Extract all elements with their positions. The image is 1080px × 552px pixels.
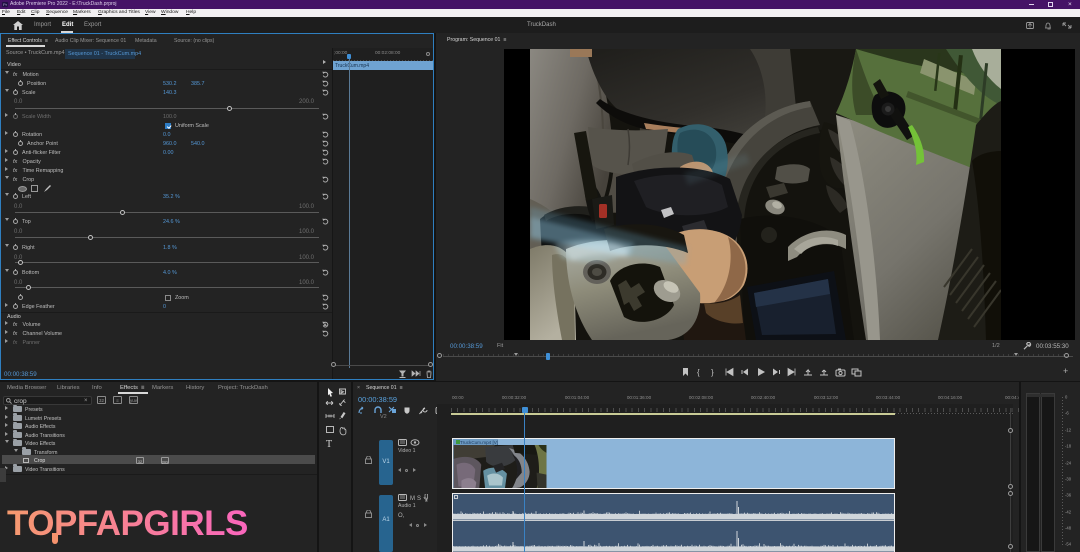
svg-text:{: {: [697, 368, 700, 377]
svg-text:}: }: [711, 368, 714, 377]
svg-text:S: S: [417, 496, 421, 502]
svg-text:T: T: [326, 439, 332, 449]
svg-text:M: M: [410, 496, 415, 502]
